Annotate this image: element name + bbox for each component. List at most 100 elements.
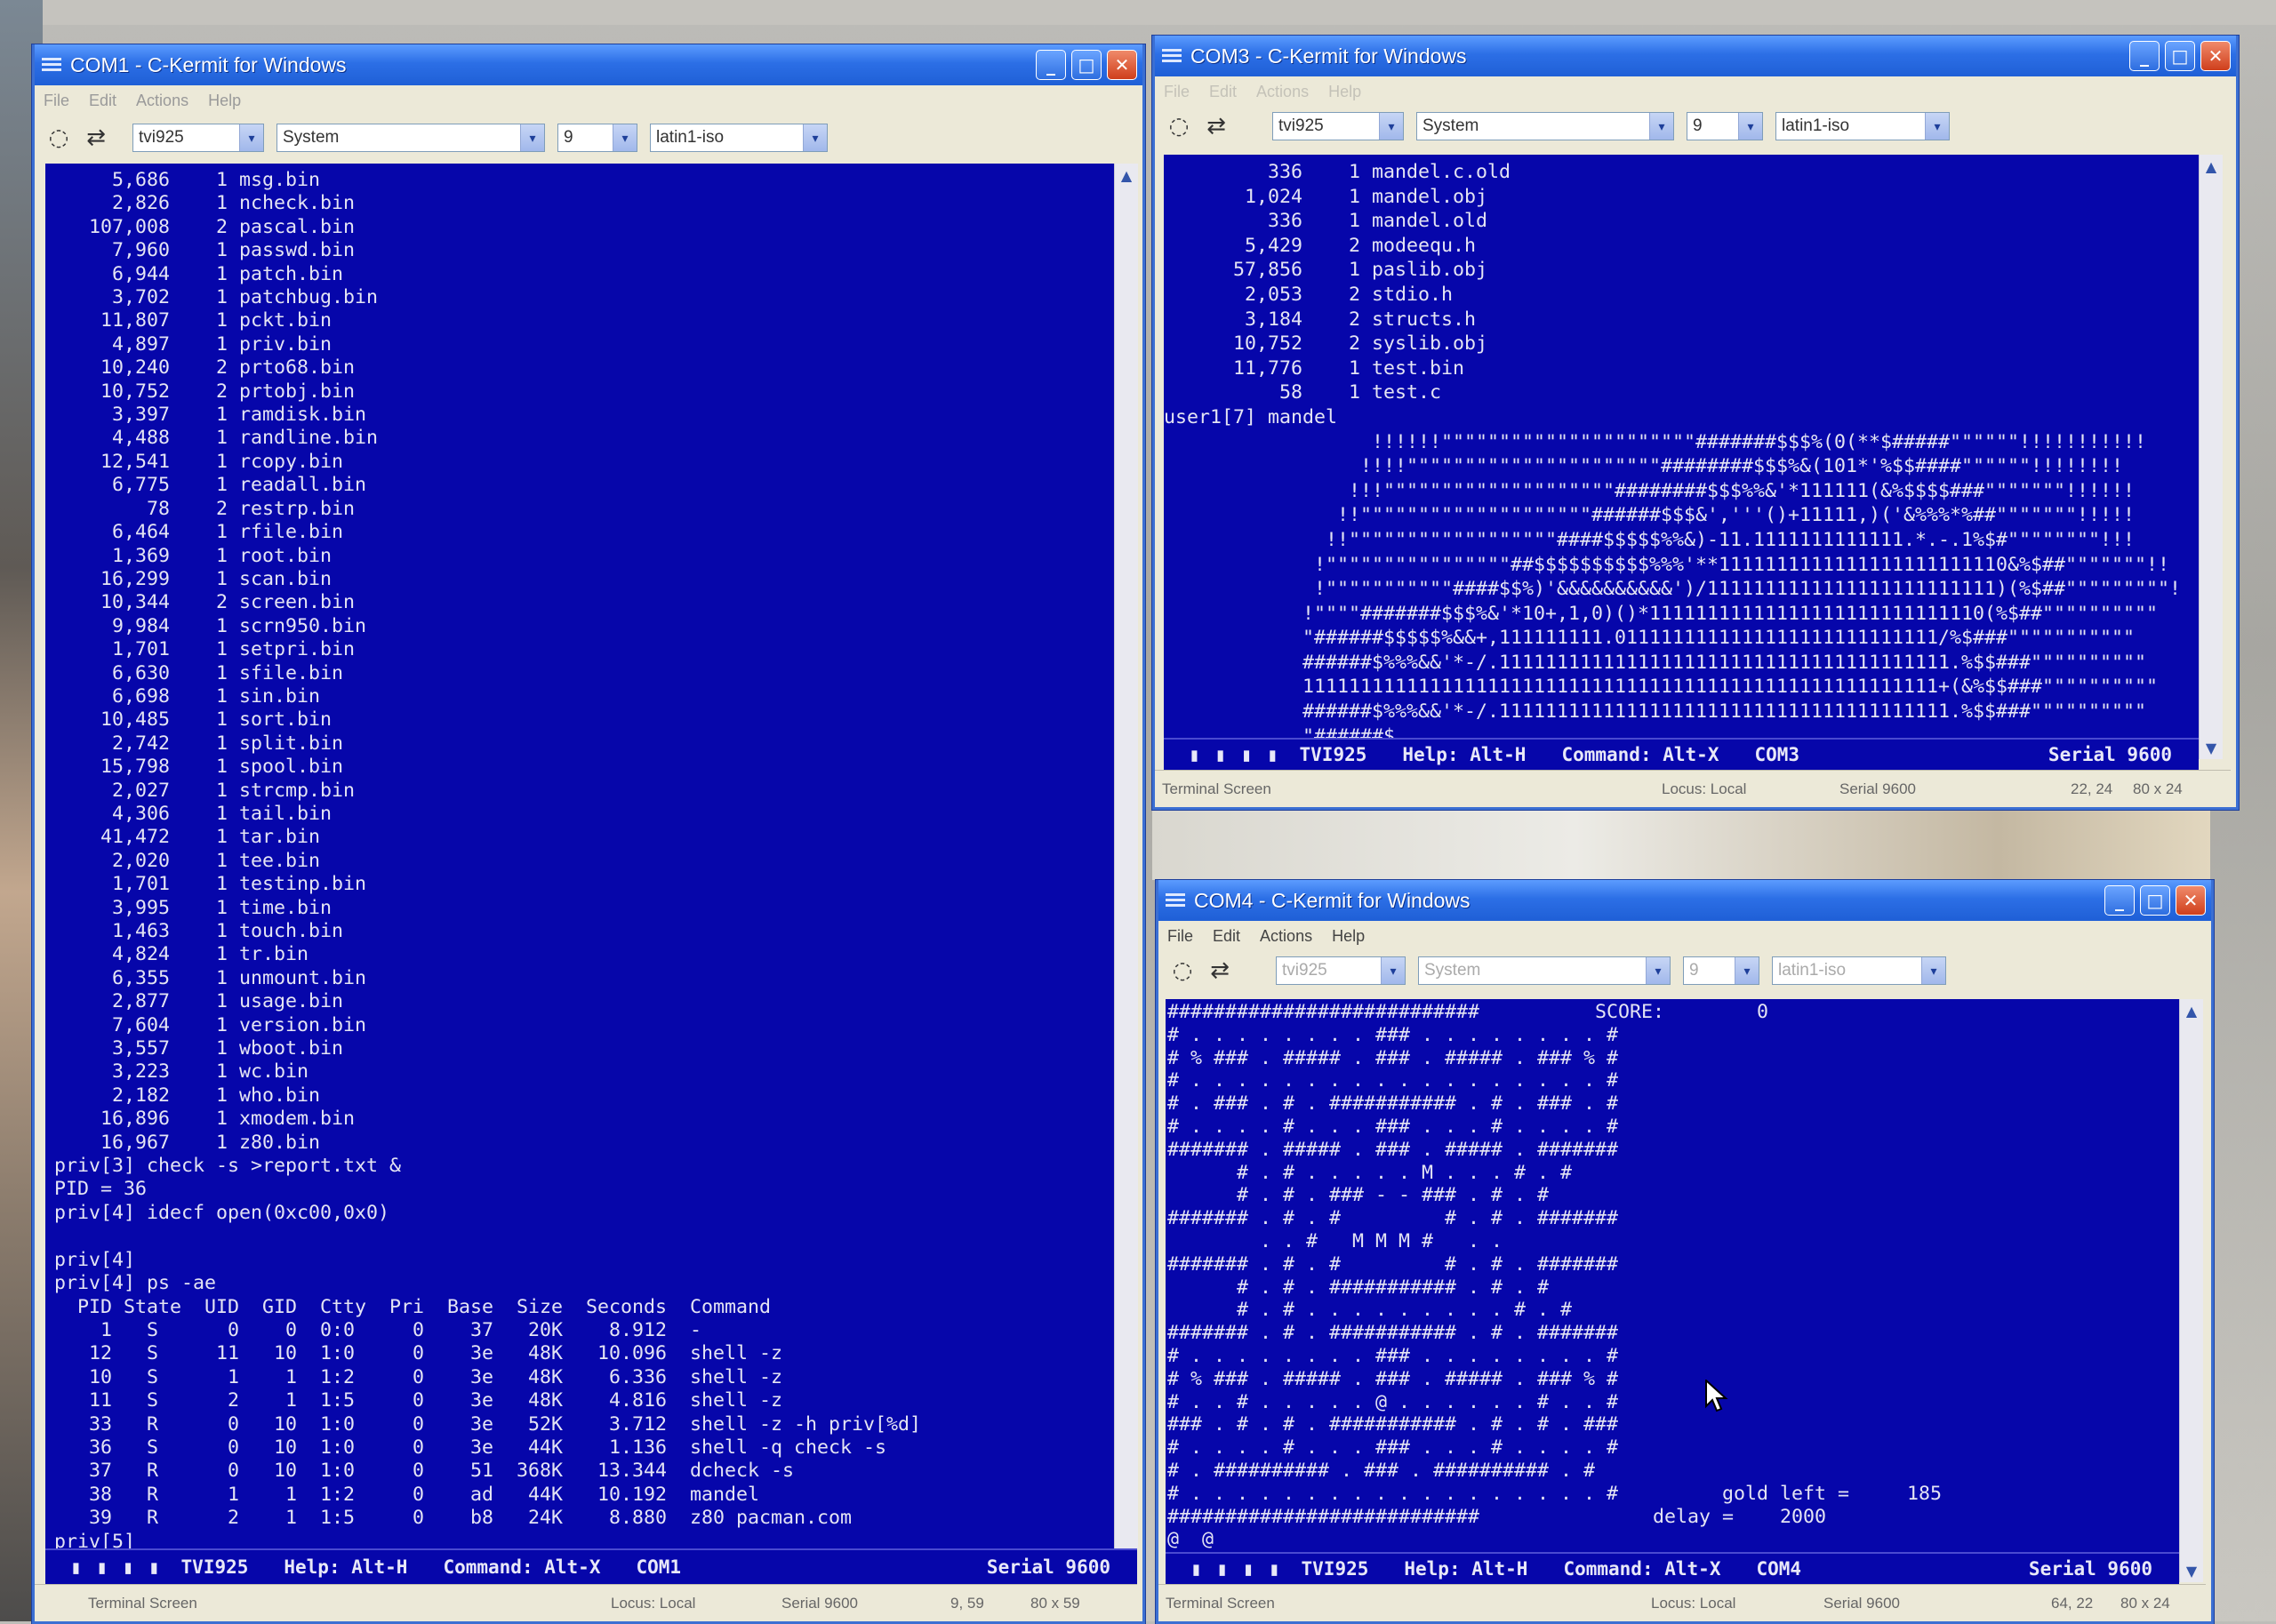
menu-help[interactable]: Help bbox=[1332, 927, 1365, 946]
terminal-line: !""""""""""""""""##$$$$$$$$$$%%%'**11111… bbox=[1164, 553, 2170, 576]
chevron-down-icon[interactable]: ▾ bbox=[1649, 113, 1673, 140]
menu-actions[interactable]: Actions bbox=[1260, 927, 1312, 946]
statusbar-locus: Locus: Local bbox=[1662, 780, 1747, 797]
font-size-select[interactable]: 9 ▾ bbox=[1683, 956, 1759, 985]
chevron-down-icon[interactable]: ▾ bbox=[1381, 957, 1405, 984]
menu-help[interactable]: Help bbox=[1328, 83, 1361, 101]
charset-select[interactable]: latin1-iso ▾ bbox=[1775, 112, 1950, 140]
menu-file[interactable]: File bbox=[1167, 927, 1193, 946]
maximize-button[interactable]: □ bbox=[1071, 50, 1102, 80]
close-button[interactable]: ✕ bbox=[2176, 885, 2206, 916]
close-icon: ✕ bbox=[2183, 890, 2199, 911]
minimize-button[interactable]: _ bbox=[2129, 41, 2160, 71]
com3-window-statusbar: Terminal Screen Locus: Local Serial 9600… bbox=[1155, 770, 2231, 807]
menu-actions[interactable]: Actions bbox=[1256, 83, 1309, 101]
scroll-up-icon[interactable]: ▲ bbox=[2200, 155, 2223, 178]
menu-edit[interactable]: Edit bbox=[1209, 83, 1237, 101]
font-size-select[interactable]: 9 ▾ bbox=[1687, 112, 1763, 140]
terminal-type-select[interactable]: tvi925 ▾ bbox=[1272, 112, 1404, 140]
terminal-line: 16,299 1 scan.bin bbox=[54, 567, 333, 590]
com1-terminal-screen[interactable]: 5,686 1 msg.bin 2,826 1 ncheck.bin 107,0… bbox=[45, 164, 1114, 1548]
charset-select[interactable]: latin1-iso ▾ bbox=[650, 124, 828, 152]
scroll-down-icon[interactable]: ▼ bbox=[2180, 1559, 2203, 1582]
chevron-down-icon[interactable]: ▾ bbox=[1738, 113, 1762, 140]
scroll-up-icon[interactable]: ▲ bbox=[2180, 999, 2203, 1022]
maximize-button[interactable]: □ bbox=[2140, 885, 2170, 916]
scroll-down-icon[interactable]: ▼ bbox=[2200, 736, 2223, 759]
charset-select[interactable]: latin1-iso ▾ bbox=[1772, 956, 1946, 985]
com1-window-title: COM1 - C-Kermit for Windows bbox=[70, 52, 347, 76]
font-select[interactable]: System ▾ bbox=[1416, 112, 1674, 140]
menu-edit[interactable]: Edit bbox=[89, 92, 116, 110]
terminal-line: 336 1 mandel.c.old bbox=[1164, 161, 1511, 183]
maximize-icon: □ bbox=[2171, 45, 2189, 67]
com1-title-bar[interactable]: COM1 - C-Kermit for Windows _ □ ✕ bbox=[35, 44, 1142, 85]
terminal-type-select[interactable]: tvi925 ▾ bbox=[132, 124, 264, 152]
minimize-button[interactable]: _ bbox=[1036, 50, 1066, 80]
reconnect-icon[interactable]: ◌ bbox=[45, 124, 72, 151]
transfer-icon[interactable]: ⇄ bbox=[1206, 957, 1233, 984]
com4-terminal-screen[interactable]: ########################### SCORE: 0 # . … bbox=[1166, 999, 2179, 1552]
chevron-down-icon[interactable]: ▾ bbox=[803, 124, 827, 151]
terminal-line: "######$ bbox=[1164, 724, 1396, 738]
chevron-down-icon[interactable]: ▾ bbox=[1735, 957, 1759, 984]
status-blocks: ▮ ▮ ▮ ▮ bbox=[1190, 1558, 1282, 1580]
com4-window[interactable]: COM4 - C-Kermit for Windows _ □ ✕ File E… bbox=[1156, 880, 2214, 1624]
chevron-down-icon[interactable]: ▾ bbox=[613, 124, 637, 151]
close-button[interactable]: ✕ bbox=[1107, 50, 1137, 80]
menu-file[interactable]: File bbox=[1164, 83, 1190, 101]
chevron-down-icon[interactable]: ▾ bbox=[239, 124, 263, 151]
transfer-icon[interactable]: ⇄ bbox=[1203, 113, 1230, 140]
chevron-down-icon[interactable]: ▾ bbox=[1921, 957, 1945, 984]
close-button[interactable]: ✕ bbox=[2200, 41, 2231, 71]
font-size-value: 9 bbox=[1689, 961, 1699, 980]
font-size-select[interactable]: 9 ▾ bbox=[557, 124, 637, 152]
com1-toolbar: ◌ ⇄ tvi925 ▾ System ▾ 9 ▾ latin1-iso ▾ bbox=[35, 116, 1142, 160]
terminal-line: @ @ bbox=[1167, 1528, 1214, 1551]
mouse-pointer-icon bbox=[1705, 1380, 1728, 1412]
maximize-button[interactable]: □ bbox=[2165, 41, 2195, 71]
com4-vertical-scrollbar[interactable]: ▲ ▼ bbox=[2179, 999, 2203, 1582]
chevron-down-icon[interactable]: ▾ bbox=[1925, 113, 1949, 140]
terminal-line: # . . . . # . . . ### . . . # . . . . # bbox=[1167, 1115, 1619, 1138]
close-icon: ✕ bbox=[1114, 54, 1130, 76]
com3-terminal-screen[interactable]: 336 1 mandel.c.old 1,024 1 mandel.obj 33… bbox=[1164, 155, 2199, 738]
terminal-line: 3,557 1 wboot.bin bbox=[54, 1037, 344, 1060]
scroll-up-icon[interactable]: ▲ bbox=[1115, 164, 1138, 187]
reconnect-icon[interactable]: ◌ bbox=[1166, 113, 1192, 140]
kermit-window-icon[interactable] bbox=[1164, 891, 1187, 910]
font-select[interactable]: System ▾ bbox=[276, 124, 545, 152]
com4-title-bar[interactable]: COM4 - C-Kermit for Windows _ □ ✕ bbox=[1158, 880, 2211, 921]
font-select[interactable]: System ▾ bbox=[1418, 956, 1671, 985]
minimize-button[interactable]: _ bbox=[2104, 885, 2135, 916]
chevron-down-icon[interactable]: ▾ bbox=[1379, 113, 1403, 140]
terminal-line: 9,984 1 scrn950.bin bbox=[54, 614, 367, 637]
transfer-icon[interactable]: ⇄ bbox=[83, 124, 109, 151]
menu-file[interactable]: File bbox=[44, 92, 69, 110]
terminal-line: 6,630 1 sfile.bin bbox=[54, 661, 344, 684]
terminal-line: 107,008 2 pascal.bin bbox=[54, 215, 356, 238]
kermit-window-icon[interactable] bbox=[1160, 46, 1183, 66]
reconnect-icon[interactable]: ◌ bbox=[1169, 957, 1196, 984]
menu-help[interactable]: Help bbox=[208, 92, 241, 110]
com3-title-bar[interactable]: COM3 - C-Kermit for Windows _ □ ✕ bbox=[1155, 36, 2236, 76]
com1-vertical-scrollbar[interactable]: ▲ bbox=[1114, 164, 1138, 1548]
com1-window[interactable]: COM1 - C-Kermit for Windows _ □ ✕ File E… bbox=[32, 44, 1145, 1624]
com3-toolbar: ◌ ⇄ tvi925 ▾ System ▾ 9 ▾ latin1-iso ▾ bbox=[1155, 107, 2236, 146]
terminal-type-value: tvi925 bbox=[1278, 116, 1324, 135]
font-value: System bbox=[283, 128, 340, 147]
chevron-down-icon[interactable]: ▾ bbox=[1646, 957, 1670, 984]
statusbar-cursor: 22, 24 bbox=[2071, 780, 2113, 797]
menu-actions[interactable]: Actions bbox=[136, 92, 188, 110]
com3-window[interactable]: COM3 - C-Kermit for Windows _ □ ✕ File E… bbox=[1152, 36, 2239, 810]
menu-edit[interactable]: Edit bbox=[1213, 927, 1240, 946]
kermit-window-icon[interactable] bbox=[40, 55, 63, 75]
terminal-line: 336 1 mandel.old bbox=[1164, 210, 1488, 233]
chevron-down-icon[interactable]: ▾ bbox=[520, 124, 544, 151]
terminal-line: ####### . # . # # . # . ####### bbox=[1167, 1252, 1619, 1276]
status-speed: Serial 9600 bbox=[2028, 1558, 2152, 1580]
com3-vertical-scrollbar[interactable]: ▲ ▼ bbox=[2199, 155, 2223, 759]
terminal-type-select[interactable]: tvi925 ▾ bbox=[1276, 956, 1406, 985]
font-size-value: 9 bbox=[1693, 116, 1703, 135]
terminal-line: 7,960 1 passwd.bin bbox=[54, 239, 356, 262]
